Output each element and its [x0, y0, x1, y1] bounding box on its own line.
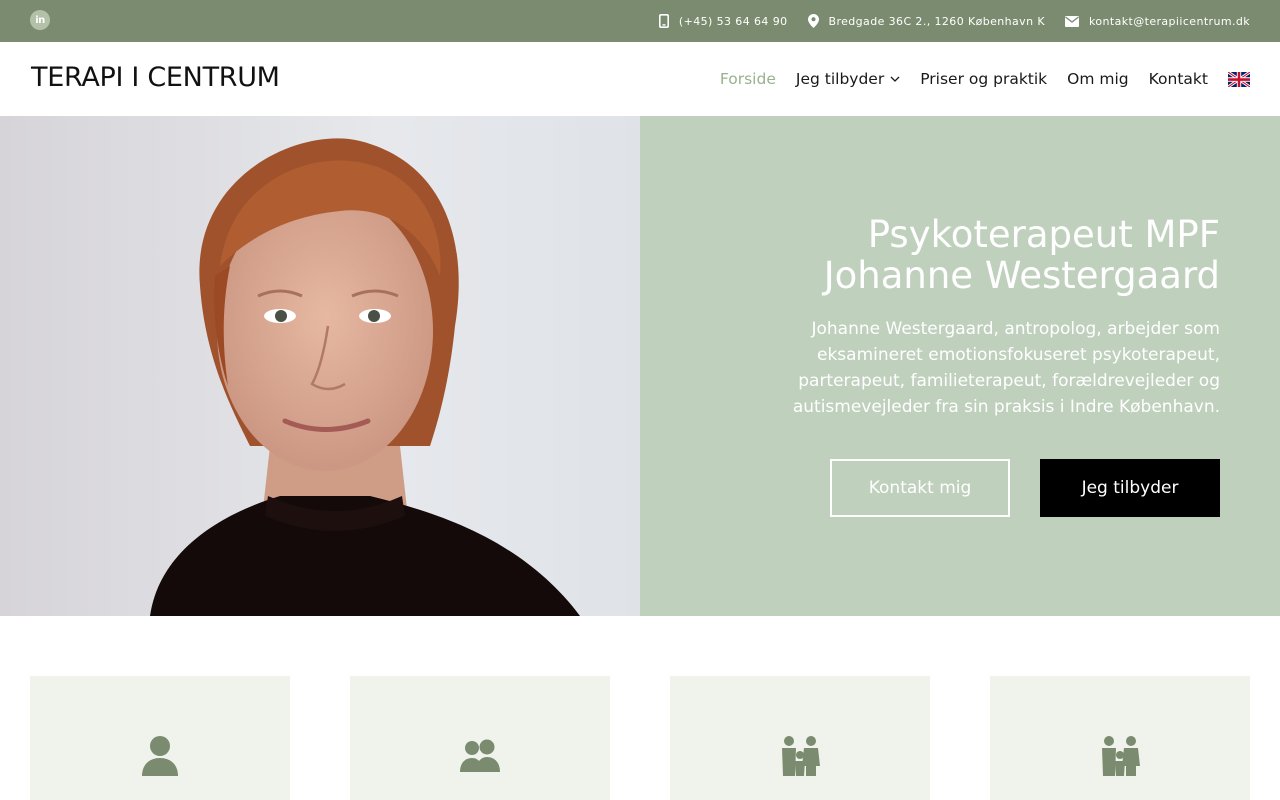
family-icon: [1102, 736, 1140, 776]
hero-title-line-1: Psykoterapeut MPF: [867, 213, 1220, 256]
email-contact[interactable]: kontakt@terapiicentrum.dk: [1064, 14, 1250, 28]
nav-item-forside[interactable]: Forside: [720, 70, 776, 88]
map-pin-icon: [807, 14, 819, 28]
contact-info: (+45) 53 64 64 90 Bredgade 36C 2., 1260 …: [658, 0, 1250, 42]
hero-title-line-2: Johanne Westergaard: [823, 254, 1220, 297]
site-header: TERAPI I CENTRUM Forside Jeg tilbyder Pr…: [0, 42, 1280, 116]
address: Bredgade 36C 2., 1260 København K: [828, 14, 1045, 28]
phone-contact[interactable]: (+45) 53 64 64 90: [658, 14, 788, 28]
nav-item-om-mig[interactable]: Om mig: [1067, 70, 1128, 88]
contact-me-button[interactable]: Kontakt mig: [830, 459, 1010, 517]
hero-title: Psykoterapeut MPF Johanne Westergaard: [700, 214, 1220, 296]
nav-label: Kontakt: [1148, 70, 1208, 88]
nav-label: Om mig: [1067, 70, 1129, 88]
chevron-down-icon: [890, 76, 900, 82]
envelope-icon: [1064, 15, 1079, 27]
family-icon: [782, 736, 820, 776]
hero-panel: Psykoterapeut MPF Johanne Westergaard Jo…: [640, 116, 1280, 616]
nav-item-kontakt[interactable]: Kontakt: [1149, 70, 1208, 88]
email: kontakt@terapiicentrum.dk: [1088, 14, 1250, 28]
single-person-icon: [142, 736, 178, 776]
nav-item-jeg-tilbyder[interactable]: Jeg tilbyder: [796, 70, 900, 88]
phone-icon: [658, 14, 669, 28]
two-persons-icon: [460, 739, 500, 772]
nav-label: Forside: [719, 70, 776, 88]
phone-number: (+45) 53 64 64 90: [678, 14, 788, 28]
site-logo[interactable]: TERAPI I CENTRUM: [31, 62, 280, 93]
services-button[interactable]: Jeg tilbyder: [1040, 459, 1220, 517]
service-card-family[interactable]: [670, 676, 930, 800]
linkedin-icon[interactable]: in: [30, 10, 50, 30]
uk-flag-icon[interactable]: [1228, 71, 1250, 87]
top-bar: in (+45) 53 64 64 90 Bredgade 36C 2., 12…: [0, 0, 1280, 42]
nav-item-priser[interactable]: Priser og praktik: [920, 70, 1047, 88]
portrait-photo: [0, 116, 640, 616]
address-contact[interactable]: Bredgade 36C 2., 1260 København K: [807, 14, 1045, 28]
service-card-family-guidance[interactable]: [990, 676, 1250, 800]
hero-description: Johanne Westergaard, antropolog, arbejde…: [792, 319, 1220, 417]
service-card-couples[interactable]: [350, 676, 610, 800]
main-nav: Forside Jeg tilbyder Priser og praktik O…: [700, 42, 1250, 116]
linkedin-text: in: [35, 14, 45, 26]
service-card-individual[interactable]: [30, 676, 290, 800]
nav-label: Jeg tilbyder: [795, 70, 885, 88]
nav-label: Priser og praktik: [920, 70, 1048, 88]
